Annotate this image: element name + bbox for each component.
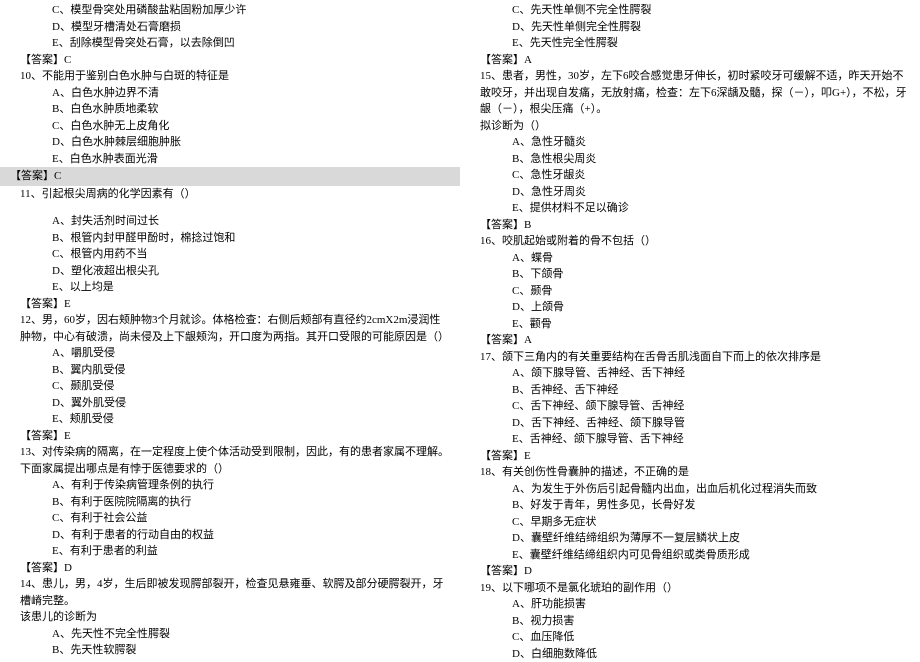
q10-option-c: C、白色水肿无上皮角化 — [10, 118, 450, 135]
q11-option-d: D、塑化液超出根尖孔 — [10, 263, 450, 280]
q17-stem: 17、颌下三角内的有关重要结构在舌骨舌肌浅面自下而上的依次排序是 — [470, 349, 910, 366]
q12-option-b: B、翼内肌受侵 — [10, 362, 450, 379]
q11-answer: 【答案】E — [10, 296, 450, 313]
q9-option-c: C、模型骨突处用磷酸盐粘固粉加厚少许 — [10, 2, 450, 19]
q12-answer: 【答案】E — [10, 428, 450, 445]
q10-option-b: B、白色水肿质地柔软 — [10, 101, 450, 118]
exam-page: C、模型骨突处用磷酸盐粘固粉加厚少许 D、模型牙槽清处石膏磨损 E、刮除模型骨突… — [0, 0, 920, 651]
q16-stem: 16、咬肌起始或附着的骨不包括（） — [470, 233, 910, 250]
q18-answer: 【答案】D — [470, 563, 910, 580]
q15-option-e: E、提供材料不足以确诊 — [470, 200, 910, 217]
q12-stem: 12、男，60岁，因右颊肿物3个月就诊。体格检查：右侧后颊部有直径约2cmX2m… — [10, 312, 450, 345]
q10-option-a: A、白色水肿边界不清 — [10, 85, 450, 102]
q17-option-a: A、颌下腺导管、舌神经、舌下神经 — [470, 365, 910, 382]
q14-answer: 【答案】A — [470, 52, 910, 69]
q12-option-d: D、翼外肌受侵 — [10, 395, 450, 412]
q9-option-d: D、模型牙槽清处石膏磨损 — [10, 19, 450, 36]
q11-option-c: C、根管内用药不当 — [10, 246, 450, 263]
q17-option-d: D、舌下神经、舌神经、颌下腺导管 — [470, 415, 910, 432]
q19-option-b: B、视力损害 — [470, 613, 910, 630]
q18-option-e: E、囊壁纤维结缔组织内可见骨组织或类骨质形成 — [470, 547, 910, 564]
q12-option-e: E、颊肌受侵 — [10, 411, 450, 428]
q15-option-c: C、急性牙龈炎 — [470, 167, 910, 184]
q17-option-c: C、舌下神经、颌下腺导管、舌神经 — [470, 398, 910, 415]
q14-option-a: A、先天性不完全性腭裂 — [10, 626, 450, 643]
q13-option-b: B、有利于医院院隔离的执行 — [10, 494, 450, 511]
q13-option-a: A、有利于传染病管理条例的执行 — [10, 477, 450, 494]
q11-option-e: E、以上均是 — [10, 279, 450, 296]
q15-option-b: B、急性根尖周炎 — [470, 151, 910, 168]
q15-stem: 15、患者，男性，30岁，左下6咬合感觉患牙伸长，初时紧咬牙可缓解不适，昨天开始… — [470, 68, 910, 118]
q12-option-c: C、颞肌受侵 — [10, 378, 450, 395]
q19-stem: 19、以下哪项不是氯化琥珀的副作用（） — [470, 580, 910, 597]
q19-option-d: D、白细胞数降低 — [470, 646, 910, 662]
q16-option-d: D、上颌骨 — [470, 299, 910, 316]
q13-option-d: D、有利于患者的行动自由的权益 — [10, 527, 450, 544]
q15-sub: 拟诊断为（） — [470, 118, 910, 135]
q14-option-c: C、先天性单侧不完全性腭裂 — [470, 2, 910, 19]
q17-option-e: E、舌神经、颌下腺导管、舌下神经 — [470, 431, 910, 448]
q16-option-e: E、颧骨 — [470, 316, 910, 333]
q13-option-c: C、有利于社会公益 — [10, 510, 450, 527]
q14-option-e: E、先天性完全性腭裂 — [470, 35, 910, 52]
q18-stem: 18、有关创伤性骨囊肿的描述，不正确的是 — [470, 464, 910, 481]
q15-option-a: A、急性牙髓炎 — [470, 134, 910, 151]
q15-answer: 【答案】B — [470, 217, 910, 234]
q12-option-a: A、嚼肌受侵 — [10, 345, 450, 362]
q18-option-b: B、好发于青年，男性多见，长骨好发 — [470, 497, 910, 514]
q16-option-a: A、蝶骨 — [470, 250, 910, 267]
q18-option-d: D、囊壁纤维结缔组织为薄厚不一复层鳞状上皮 — [470, 530, 910, 547]
q16-answer: 【答案】A — [470, 332, 910, 349]
q19-option-c: C、血压降低 — [470, 629, 910, 646]
q16-option-c: C、颞骨 — [470, 283, 910, 300]
q16-option-b: B、下颌骨 — [470, 266, 910, 283]
q9-answer: 【答案】C — [10, 52, 450, 69]
right-column: C、先天性单侧不完全性腭裂 D、先天性单侧完全性腭裂 E、先天性完全性腭裂 【答… — [460, 0, 920, 651]
q14-option-d: D、先天性单侧完全性腭裂 — [470, 19, 910, 36]
q10-option-d: D、白色水肿棘层细胞肿胀 — [10, 134, 450, 151]
q17-answer: 【答案】E — [470, 448, 910, 465]
q13-stem: 13、对传染病的隔离，在一定程度上使个体活动受到限制，因此，有的患者家属不理解。… — [10, 444, 450, 477]
q19-option-a: A、肝功能损害 — [470, 596, 910, 613]
q10-stem: 10、不能用于鉴别白色水肿与白斑的特征是 — [10, 68, 450, 85]
q15-option-d: D、急性牙周炎 — [470, 184, 910, 201]
q14-stem: 14、患儿，男，4岁，生后即被发现腭部裂开，检查见悬雍垂、软腭及部分硬腭裂开，牙… — [10, 576, 450, 609]
q18-option-c: C、早期多无症状 — [470, 514, 910, 531]
q18-option-a: A、为发生于外伤后引起骨髓内出血，出血后机化过程消失而致 — [470, 481, 910, 498]
left-column: C、模型骨突处用磷酸盐粘固粉加厚少许 D、模型牙槽清处石膏磨损 E、刮除模型骨突… — [0, 0, 460, 651]
q13-option-e: E、有利于患者的利益 — [10, 543, 450, 560]
q11-option-b: B、根管内封甲醛甲酚时，棉捻过饱和 — [10, 230, 450, 247]
q9-option-e: E、刮除模型骨突处石膏，以去除倒凹 — [10, 35, 450, 52]
q11-stem: 11、引起根尖周病的化学因素有（） — [10, 186, 450, 203]
q10-answer: 【答案】C — [0, 167, 460, 186]
q17-option-b: B、舌神经、舌下神经 — [470, 382, 910, 399]
q11-option-a: A、封失活剂时间过长 — [10, 213, 450, 230]
q14-sub: 该患儿的诊断为 — [10, 609, 450, 626]
q10-option-e: E、白色水肿表面光滑 — [10, 151, 450, 168]
q13-answer: 【答案】D — [10, 560, 450, 577]
q14-option-b: B、先天性软腭裂 — [10, 642, 450, 659]
